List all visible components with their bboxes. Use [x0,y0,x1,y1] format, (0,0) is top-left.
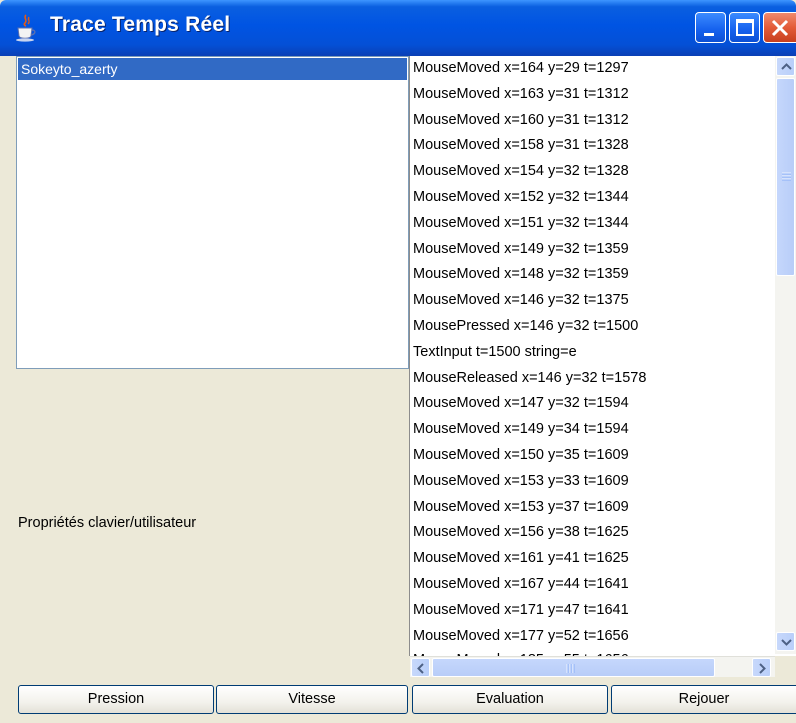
close-button[interactable] [763,12,796,43]
log-line: MouseMoved x=153 y=33 t=1609 [413,472,629,489]
keyboard-profile-list[interactable]: Sokeyto_azerty [16,56,409,369]
properties-panel: Propriétés clavier/utilisateur [16,369,409,656]
scroll-right-button[interactable] [752,658,771,677]
java-cup-icon [14,14,38,42]
horizontal-scrollbar[interactable] [410,656,775,677]
window-title: Trace Temps Réel [50,13,231,36]
title-bar[interactable]: Trace Temps Réel [0,0,796,56]
log-line: MouseReleased x=146 y=32 t=1578 [413,369,647,386]
scroll-up-button[interactable] [776,57,795,76]
close-icon [771,19,789,37]
event-log-pane[interactable]: MouseMoved x=164 y=29 t=1297 MouseMoved … [410,56,796,656]
scroll-corner [775,656,796,677]
vertical-scrollbar[interactable] [775,56,796,654]
log-line: MouseMoved x=160 y=31 t=1312 [413,111,629,128]
log-line: MouseMoved x=158 y=31 t=1328 [413,137,629,154]
scroll-down-button[interactable] [776,632,795,651]
log-line: MouseMoved x=154 y=32 t=1328 [413,163,629,180]
rejouer-button[interactable]: Rejouer [611,685,796,714]
log-line: MouseMoved x=163 y=31 t=1312 [413,85,629,102]
log-line: MouseMoved x=153 y=37 t=1609 [413,498,629,515]
chevron-up-icon [781,63,792,70]
log-line: MouseMoved x=148 y=32 t=1359 [413,266,629,283]
log-line: MouseMoved x=171 y=47 t=1641 [413,601,629,618]
vertical-scroll-thumb[interactable] [776,78,795,276]
chevron-left-icon [417,663,424,674]
grip-icon [566,664,575,673]
log-line: MouseMoved x=156 y=38 t=1625 [413,524,629,541]
chevron-right-icon [759,663,766,674]
log-line: MouseMoved x=164 y=29 t=1297 [413,60,629,76]
horizontal-scroll-thumb[interactable] [432,658,715,677]
maximize-icon [736,19,754,36]
evaluation-button[interactable]: Evaluation [412,685,608,714]
log-line: MousePressed x=146 y=32 t=1500 [413,317,639,334]
app-window: Trace Temps Réel Sokeyto_azerty Propriét… [0,0,796,723]
log-line-partial: MouseMoved x=185 y=55 t=1656 [413,648,773,656]
log-line: MouseMoved x=146 y=32 t=1375 [413,292,629,309]
log-line: TextInput t=1500 string=e [413,343,577,360]
log-line: MouseMoved x=147 y=32 t=1594 [413,395,629,412]
log-line: MouseMoved x=149 y=32 t=1359 [413,240,629,257]
log-line: MouseMoved x=149 y=34 t=1594 [413,421,629,438]
vitesse-button[interactable]: Vitesse [216,685,408,714]
event-log: MouseMoved x=164 y=29 t=1297 MouseMoved … [410,56,774,654]
log-line: MouseMoved x=150 y=35 t=1609 [413,446,629,463]
log-line: MouseMoved x=177 y=52 t=1656 [413,627,629,644]
properties-label: Propriétés clavier/utilisateur [18,515,197,531]
log-line: MouseMoved x=161 y=41 t=1625 [413,550,629,567]
minimize-icon [704,33,714,36]
log-line: MouseMoved x=167 y=44 t=1641 [413,575,629,592]
chevron-down-icon [781,639,792,646]
grip-icon [782,172,791,181]
maximize-button[interactable] [729,12,760,43]
pression-button[interactable]: Pression [18,685,214,714]
scroll-left-button[interactable] [411,658,430,677]
button-bar: Pression Vitesse Evaluation Rejouer [0,677,796,723]
log-line: MouseMoved x=152 y=32 t=1344 [413,188,629,205]
list-item-sokeyto-azerty[interactable]: Sokeyto_azerty [18,58,407,80]
minimize-button[interactable] [695,12,726,43]
log-line: MouseMoved x=151 y=32 t=1344 [413,214,629,231]
